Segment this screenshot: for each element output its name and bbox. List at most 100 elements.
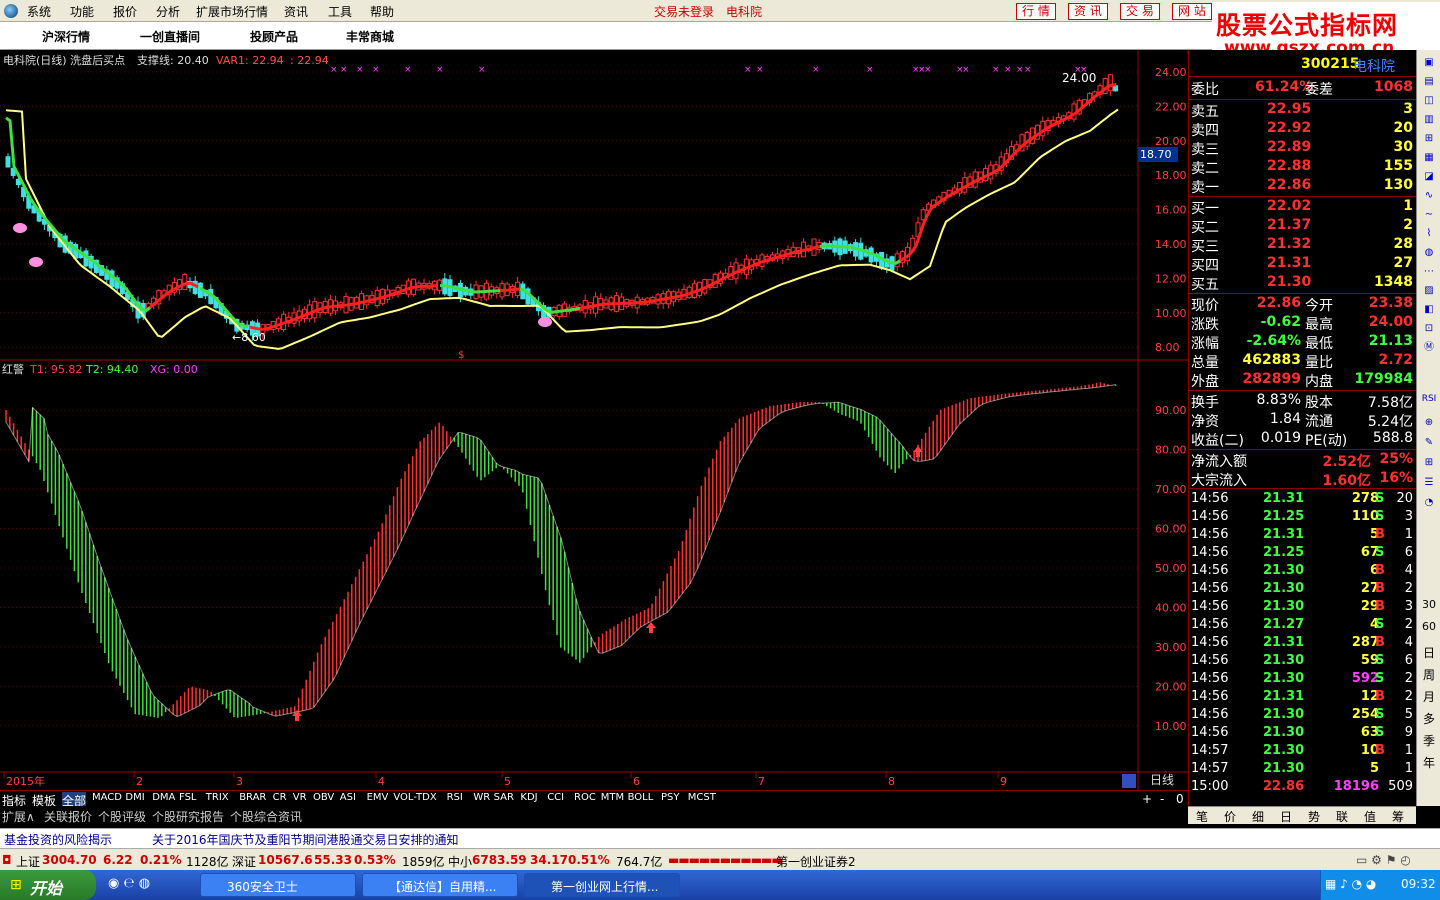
period-button[interactable]: 周 (1419, 666, 1439, 683)
tab-tick[interactable]: 笔 (1196, 808, 1208, 825)
tab-trend[interactable]: 势 (1308, 808, 1320, 825)
tab-chips[interactable]: 筹 (1392, 808, 1404, 825)
news-item-2[interactable]: 关于2016年国庆节及重阳节期间港股通交易日安排的通知 (152, 831, 459, 848)
tray-icons[interactable]: ▦ ♪ ◔ ◕ (1325, 877, 1376, 891)
indicator-tab-boll[interactable]: BOLL (628, 792, 654, 803)
period-button[interactable]: 季 (1419, 732, 1439, 749)
indicator-tab-mcst[interactable]: MCST (688, 792, 716, 803)
menu-analysis[interactable]: 分析 (156, 3, 180, 20)
indicator-tab-asi[interactable]: ASI (340, 792, 356, 803)
status-tray-icons[interactable]: ▭ ⚙ ⚑ ◴ (1356, 853, 1411, 867)
tab-link[interactable]: 联 (1336, 808, 1348, 825)
panel-divider (1189, 99, 1417, 100)
tool-icon[interactable]: ◧ (1419, 301, 1439, 319)
quicklaunch-icons[interactable]: ◉ ℮ ◍ (108, 876, 150, 891)
sell-row-5: 卖五 22.95 3 (1191, 101, 1415, 120)
chart-svg[interactable]: 24.00 22.00 20.00 18.00 16.00 14.00 12.00 10.00… (0, 50, 1188, 790)
ext-tab-related[interactable]: 关联报价 (44, 808, 92, 825)
tab-day[interactable]: 日 (1280, 808, 1292, 825)
tool-icon[interactable]: ◍ (1419, 244, 1439, 262)
indicator-tab-dma[interactable]: DMA (152, 792, 175, 803)
period-button[interactable]: 多 (1419, 710, 1439, 727)
tool-icon[interactable]: ∼ (1419, 206, 1439, 224)
tool-icon[interactable]: ▨ (1419, 282, 1439, 300)
period-button[interactable]: 年 (1419, 754, 1439, 771)
tool-icon[interactable]: ◔ (1419, 494, 1439, 512)
tool-icon[interactable]: ▤ (1419, 73, 1439, 91)
ext-tab-info[interactable]: 个股综合资讯 (230, 808, 302, 825)
tool-icon[interactable]: ⊞ (1419, 454, 1439, 472)
tb-live[interactable]: 一创直播间 (140, 28, 200, 45)
tool-icon[interactable]: ⋯ (1419, 263, 1439, 281)
tb-advisor[interactable]: 投顾产品 (250, 28, 298, 45)
tab-value[interactable]: 值 (1364, 808, 1376, 825)
support-label: 支撑线: 20.40 (137, 53, 209, 67)
indicator-tab-vr[interactable]: VR (293, 792, 307, 803)
menu-info[interactable]: 资讯 (284, 3, 308, 20)
menu-tools[interactable]: 工具 (328, 3, 352, 20)
chart-area[interactable]: 24.00 22.00 20.00 18.00 16.00 14.00 12.00 10.00… (0, 50, 1188, 790)
indicator-tab-cr[interactable]: CR (273, 792, 287, 803)
task-quote[interactable]: 第一创业网上行情... (524, 873, 680, 897)
zoom-plus[interactable]: + (1142, 792, 1152, 806)
menu-function[interactable]: 功能 (70, 3, 94, 20)
tool-icon[interactable]: Ⓜ (1419, 339, 1439, 357)
tool-icon[interactable]: ☰ (1419, 474, 1439, 492)
menu-system[interactable]: 系统 (27, 3, 51, 20)
tool-icon[interactable]: ◪ (1419, 168, 1439, 186)
tool-icon[interactable]: ▣ (1419, 54, 1439, 72)
ext-tab-research[interactable]: 个股研究报告 (152, 808, 224, 825)
btn-website[interactable]: 网 站 (1172, 3, 1212, 20)
btn-news[interactable]: 资 讯 (1068, 3, 1108, 20)
period-30-button[interactable]: 30 (1419, 598, 1439, 611)
news-item-1[interactable]: 基金投资的风险揭示 (4, 831, 112, 848)
tool-icon[interactable]: ✎ (1419, 434, 1439, 452)
indicator-tab-brar[interactable]: BRAR (239, 792, 266, 803)
tool-icon[interactable]: ▥ (1419, 111, 1439, 129)
tab-price[interactable]: 价 (1224, 808, 1236, 825)
tab-detail[interactable]: 细 (1252, 808, 1264, 825)
tb-market[interactable]: 沪深行情 (42, 28, 90, 45)
indicator-tab-trix[interactable]: TRIX (206, 792, 229, 803)
flow-label: 净流入额 (1191, 454, 1247, 470)
scroll-end-button[interactable] (1122, 774, 1136, 788)
btn-trade[interactable]: 交 易 (1120, 3, 1160, 20)
indicator-tab-sar[interactable]: SAR (494, 792, 514, 803)
indicator-tab-fsl[interactable]: FSL (179, 792, 197, 803)
indicator-tab-cci[interactable]: CCI (547, 792, 564, 803)
tool-icon[interactable]: ⌇ (1419, 225, 1439, 243)
btn-quote[interactable]: 行 情 (1016, 3, 1056, 20)
zoom-minus[interactable]: - (1160, 792, 1164, 806)
tool-icon[interactable]: ⊡ (1419, 320, 1439, 338)
ext-tab-rating[interactable]: 个股评级 (98, 808, 146, 825)
ext-tab-expand[interactable]: 扩展∧ (2, 808, 35, 825)
indicator-tab-kdj[interactable]: KDJ (520, 792, 537, 803)
indicator-tab-macd[interactable]: MACD (92, 792, 122, 803)
indicator-tab-roc[interactable]: ROC (574, 792, 596, 803)
rsi-button[interactable]: RSI (1419, 394, 1439, 404)
menu-help[interactable]: 帮助 (370, 3, 394, 20)
indicator-tab-dmi[interactable]: DMI (125, 792, 144, 803)
indicator-tab-emv[interactable]: EMV (367, 792, 389, 803)
task-tdx[interactable]: 【通达信】自用精... (362, 873, 518, 897)
menu-ext-market[interactable]: 扩展市场行情 (196, 3, 268, 20)
tool-icon[interactable]: ◫ (1419, 92, 1439, 110)
menu-quote[interactable]: 报价 (113, 3, 137, 20)
tool-icon[interactable]: ⊞ (1419, 130, 1439, 148)
indicator-tab-psy[interactable]: PSY (661, 792, 680, 803)
tb-mall[interactable]: 丰常商城 (346, 28, 394, 45)
period-button[interactable]: 日 (1419, 644, 1439, 661)
indicator-tab-rsi[interactable]: RSI (447, 792, 463, 803)
tool-icon[interactable]: ⊕ (1419, 414, 1439, 432)
indicator-tab-obv[interactable]: OBV (313, 792, 334, 803)
task-360[interactable]: 360安全卫士 (200, 873, 356, 897)
tool-icon[interactable]: ▦ (1419, 149, 1439, 167)
indicator-tab-wr[interactable]: WR (473, 792, 490, 803)
indicator-tab-vol-tdx[interactable]: VOL-TDX (393, 792, 436, 803)
period-button[interactable]: 月 (1419, 688, 1439, 705)
period-label[interactable]: 日线 (1150, 773, 1174, 787)
zoom-zero[interactable]: 0 (1176, 792, 1184, 806)
period-60-button[interactable]: 60 (1419, 620, 1439, 633)
indicator-tab-mtm[interactable]: MTM (601, 792, 624, 803)
tool-icon[interactable]: ∿ (1419, 187, 1439, 205)
